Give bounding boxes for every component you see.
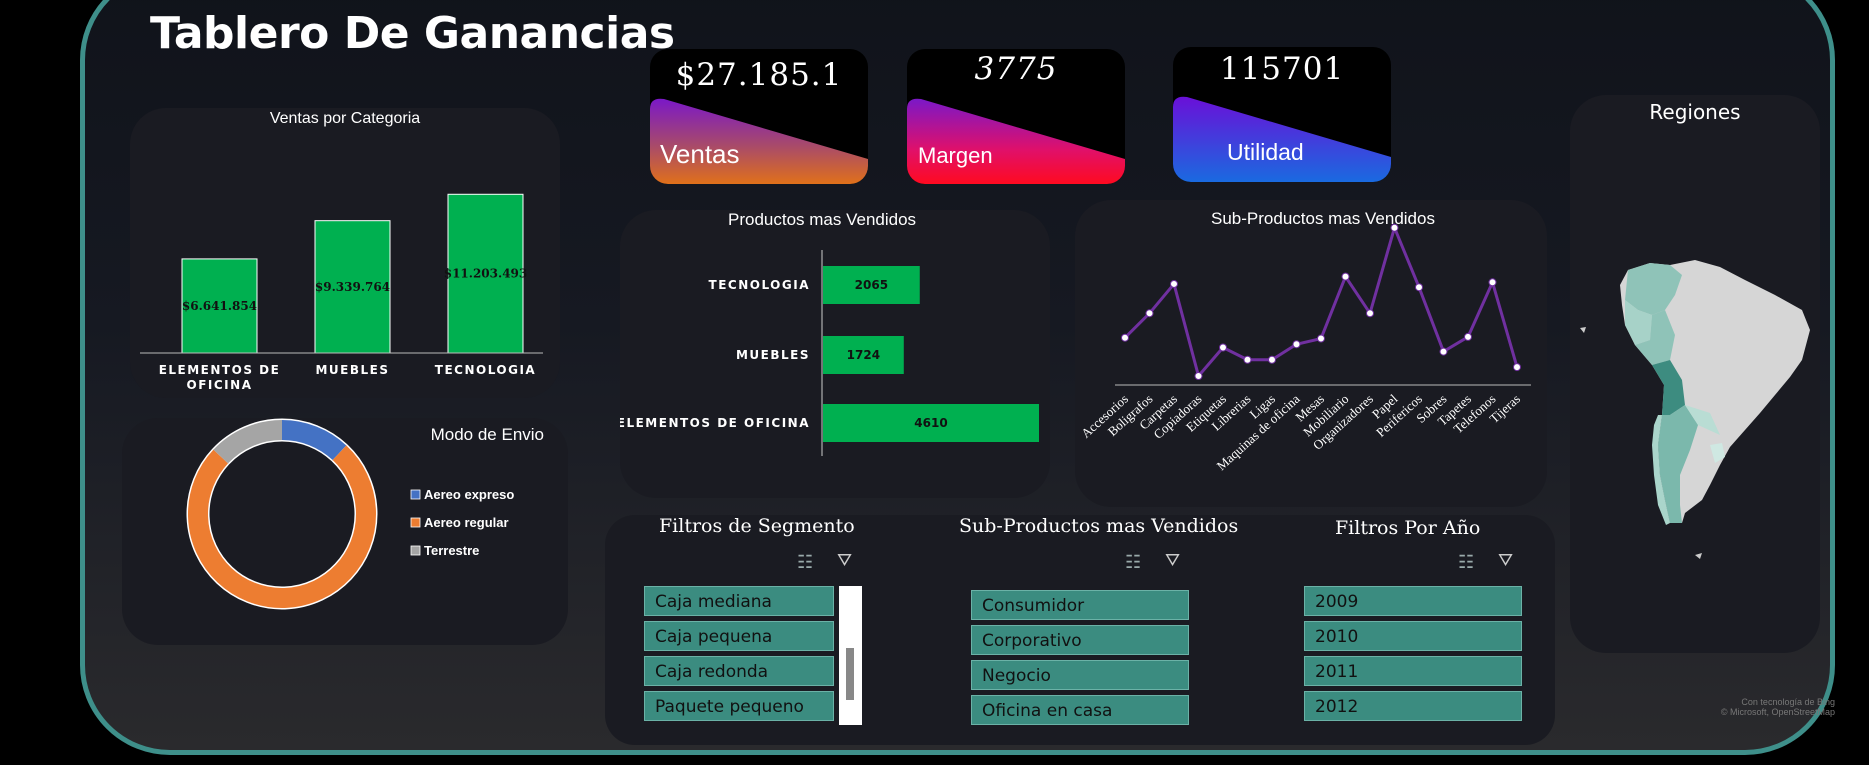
bar-data-label: $9.339.764 <box>315 280 390 294</box>
data-point <box>1268 355 1276 364</box>
data-point <box>1464 332 1472 341</box>
kpi-ventas-label: Ventas <box>660 139 740 169</box>
kpi-utilidad-label: Utilidad <box>1227 139 1304 165</box>
clear-filter-icon[interactable]: ⛛ <box>837 550 852 571</box>
segmento-slicer-title: Filtros de Segmento <box>659 515 855 537</box>
kpi-margen-label: Margen <box>918 143 993 168</box>
bar-data-label: 4610 <box>914 416 947 430</box>
legend-swatch <box>410 545 421 556</box>
scrollbar-thumb[interactable] <box>846 648 854 700</box>
map-credit-line-1: Con tecnología de Bing <box>1741 697 1835 707</box>
slicer-item-2010[interactable]: 2010 <box>1304 621 1522 651</box>
series-line <box>1123 223 1519 380</box>
data-point <box>1121 333 1129 342</box>
kpi-ventas-card: $27.185.1 Ventas <box>650 49 868 184</box>
slicer-item-negocio[interactable]: Negocio <box>971 660 1189 690</box>
data-point <box>1317 334 1325 343</box>
multi-select-icon[interactable]: ☷ <box>1125 552 1141 573</box>
kpi-margen-card: 3775 Margen <box>907 49 1125 184</box>
bar-data-label: 1724 <box>847 348 880 362</box>
legend-label: Terrestre <box>424 543 479 558</box>
slicer-item-paquete-pequeno[interactable]: Paquete pequeno <box>644 691 834 721</box>
category-tick-label: TECNOLOGIA <box>709 278 810 292</box>
slicer-item-oficina-en-casa[interactable]: Oficina en casa <box>971 695 1189 725</box>
page-title: Tablero De Ganancias <box>150 8 675 59</box>
data-point <box>1292 340 1301 349</box>
bar-data-label: $11.203.493 <box>444 267 528 281</box>
category-tick-label: ELEMENTOS DE OFICINA <box>620 416 810 430</box>
category-tick-label: MUEBLES <box>315 363 389 377</box>
data-point <box>1341 272 1350 281</box>
category-tick-label: TECNOLOGIA <box>435 363 536 377</box>
bar-data-label: 2065 <box>855 278 888 292</box>
data-point <box>1390 223 1399 232</box>
data-point <box>1219 343 1227 352</box>
slicer-item-caja-mediana[interactable]: Caja mediana <box>644 586 834 616</box>
data-point <box>1366 309 1374 318</box>
anio-slicer-title: Filtros Por Año <box>1335 517 1481 539</box>
ventas-categoria-chart: $6.641.854 ELEMENTOS DEOFICINA $9.339.764 M… <box>140 193 543 392</box>
bar-data-label: $6.641.854 <box>182 299 257 313</box>
data-point <box>1488 278 1497 287</box>
subproductos-slicer-title: Sub-Productos mas Vendidos <box>959 515 1239 537</box>
data-point <box>1243 355 1252 364</box>
clear-filter-icon[interactable]: ⛛ <box>1165 550 1180 571</box>
south-america-map[interactable] <box>1570 95 1820 653</box>
legend-swatch <box>410 517 421 528</box>
regiones-panel: Regiones <box>1570 95 1820 653</box>
slicer-item-consumidor[interactable]: Consumidor <box>971 590 1189 620</box>
slicer-item-caja-redonda[interactable]: Caja redonda <box>644 656 834 686</box>
kpi-ventas-value: $27.185.1 <box>675 57 843 93</box>
category-tick-label: OFICINA <box>187 378 253 392</box>
subproductos-chart: AccesoriosBoligrafosCarpetasCopiadorasEt… <box>1078 223 1531 473</box>
multi-select-icon[interactable]: ☷ <box>797 552 813 573</box>
data-point <box>1170 279 1178 288</box>
kpi-margen-value: 3775 <box>974 51 1058 87</box>
data-point <box>1513 363 1521 372</box>
segmento-scrollbar[interactable] <box>839 586 862 725</box>
category-tick-label: MUEBLES <box>736 348 810 362</box>
legend-swatch <box>410 489 421 500</box>
slicer-item-caja-pequena[interactable]: Caja pequena <box>644 621 834 651</box>
multi-select-icon[interactable]: ☷ <box>1458 552 1474 573</box>
donut-slice <box>188 445 376 608</box>
data-point <box>1145 309 1154 318</box>
slicer-item-corporativo[interactable]: Corporativo <box>971 625 1189 655</box>
kpi-utilidad-value: 115701 <box>1219 51 1345 87</box>
modo-envio-panel: Modo de Envio Aereo expreso Aereo regular… <box>122 418 568 645</box>
legend-label: Aereo regular <box>424 515 509 530</box>
modo-envio-chart: Aereo expreso Aereo regular Terrestre <box>186 418 514 610</box>
data-point <box>1439 347 1448 356</box>
ventas-categoria-panel: Ventas por Categoria $6.641.854 ELEMENTOS… <box>130 108 560 398</box>
data-point <box>1194 372 1203 381</box>
map-credits: Con tecnología de Bing © Microsoft, Open… <box>1700 697 1835 717</box>
map-credit-line-2: © Microsoft, OpenStreetMap <box>1720 707 1835 717</box>
legend-label: Aereo expreso <box>424 487 514 502</box>
clear-filter-icon[interactable]: ⛛ <box>1498 550 1513 571</box>
subproductos-panel: Sub-Productos mas Vendidos Accesorios Bol… <box>1075 200 1547 507</box>
productos-chart: 2065 TECNOLOGIA 1724 MUEBLES 4610 ELEMENTOS D… <box>620 250 1039 456</box>
category-tick-label: ELEMENTOS DE <box>159 363 281 377</box>
slicer-item-2009[interactable]: 2009 <box>1304 586 1522 616</box>
slicer-item-2011[interactable]: 2011 <box>1304 656 1522 686</box>
data-point <box>1415 283 1423 292</box>
productos-panel: Productos mas Vendidos 2065 TECNOLOGIA 172… <box>620 210 1050 498</box>
slicer-item-2012[interactable]: 2012 <box>1304 691 1522 721</box>
kpi-utilidad-card: 115701 Utilidad <box>1173 47 1391 182</box>
